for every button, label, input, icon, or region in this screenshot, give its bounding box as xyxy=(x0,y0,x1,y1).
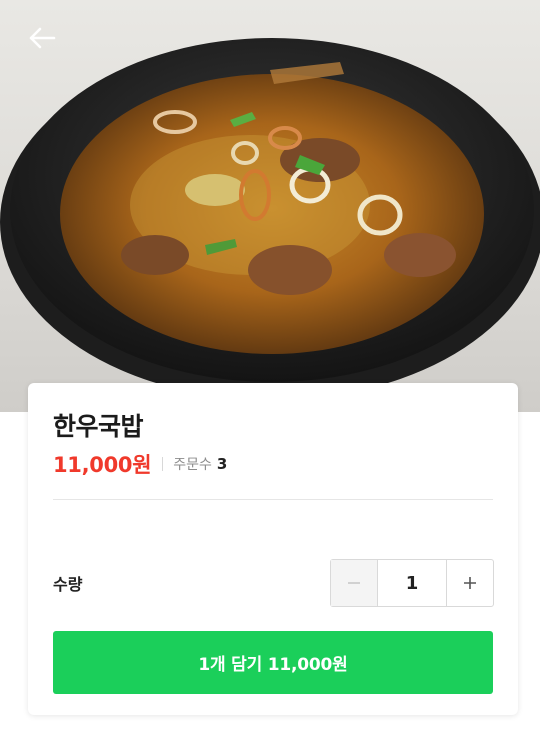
price-row: 11,000원 주문수 3 xyxy=(53,451,227,477)
minus-icon xyxy=(348,582,360,584)
decrease-quantity-button[interactable] xyxy=(331,560,378,606)
product-price: 11,000원 xyxy=(53,453,152,477)
quantity-stepper: 1 xyxy=(330,559,494,607)
quantity-value: 1 xyxy=(405,572,419,594)
price-separator xyxy=(162,457,164,471)
order-count-label: 주문수 xyxy=(173,457,212,473)
product-hero-image xyxy=(0,0,540,412)
arrow-left-icon xyxy=(29,27,56,49)
increase-quantity-button[interactable] xyxy=(446,560,493,606)
product-info-card: 한우국밥 11,000원 주문수 3 수량 1 1개 담기 11,000원 xyxy=(28,383,518,715)
quantity-label: 수량 xyxy=(53,575,83,594)
plus-icon xyxy=(464,577,476,589)
order-count-value: 3 xyxy=(216,455,228,473)
divider xyxy=(53,499,493,500)
gukbap-photo xyxy=(0,38,540,400)
add-to-cart-button[interactable]: 1개 담기 11,000원 xyxy=(53,631,493,694)
product-name: 한우국밥 xyxy=(53,412,144,441)
back-button[interactable] xyxy=(22,20,62,56)
